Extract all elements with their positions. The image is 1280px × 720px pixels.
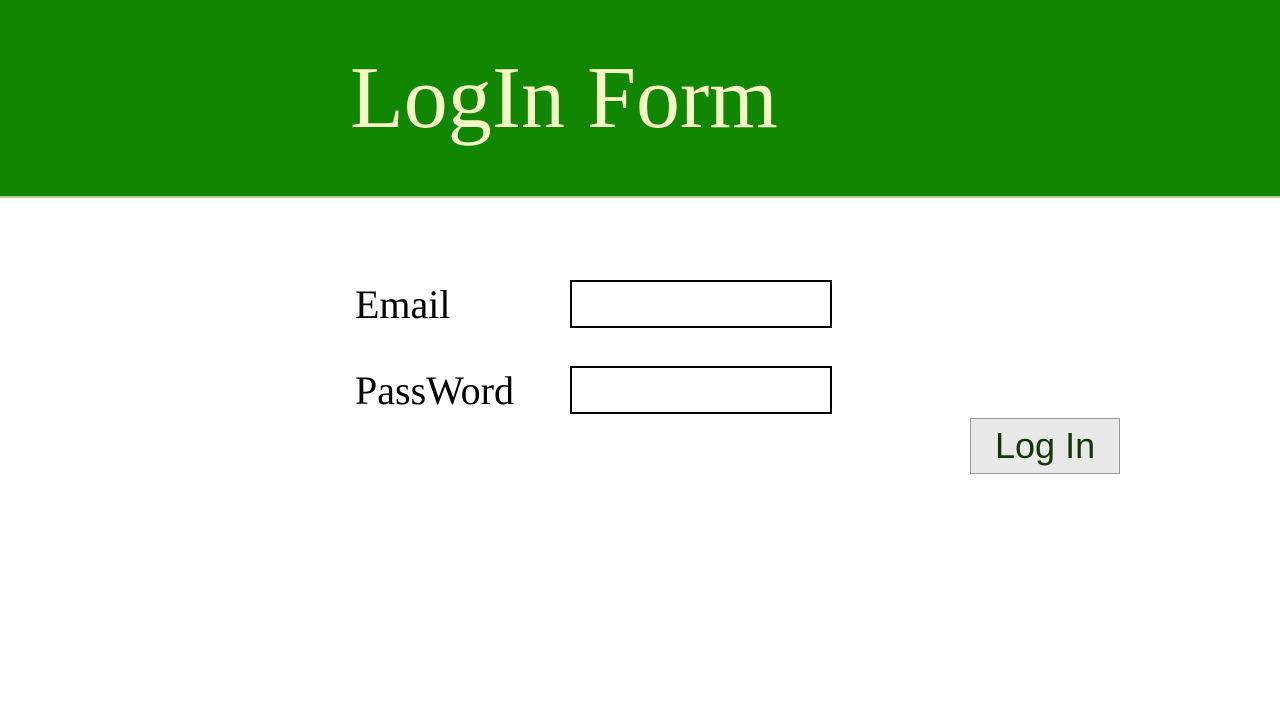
email-label: Email	[355, 281, 570, 328]
email-row: Email	[355, 280, 1280, 328]
login-button[interactable]: Log In	[970, 418, 1120, 474]
login-form: Email PassWord Log In	[0, 198, 1280, 474]
password-row: PassWord	[355, 366, 1280, 414]
password-label: PassWord	[355, 367, 570, 414]
email-field[interactable]	[570, 280, 832, 328]
header-banner: LogIn Form	[0, 0, 1280, 198]
password-field[interactable]	[570, 366, 832, 414]
page-title: LogIn Form	[350, 48, 778, 149]
button-row: Log In	[355, 418, 1280, 474]
